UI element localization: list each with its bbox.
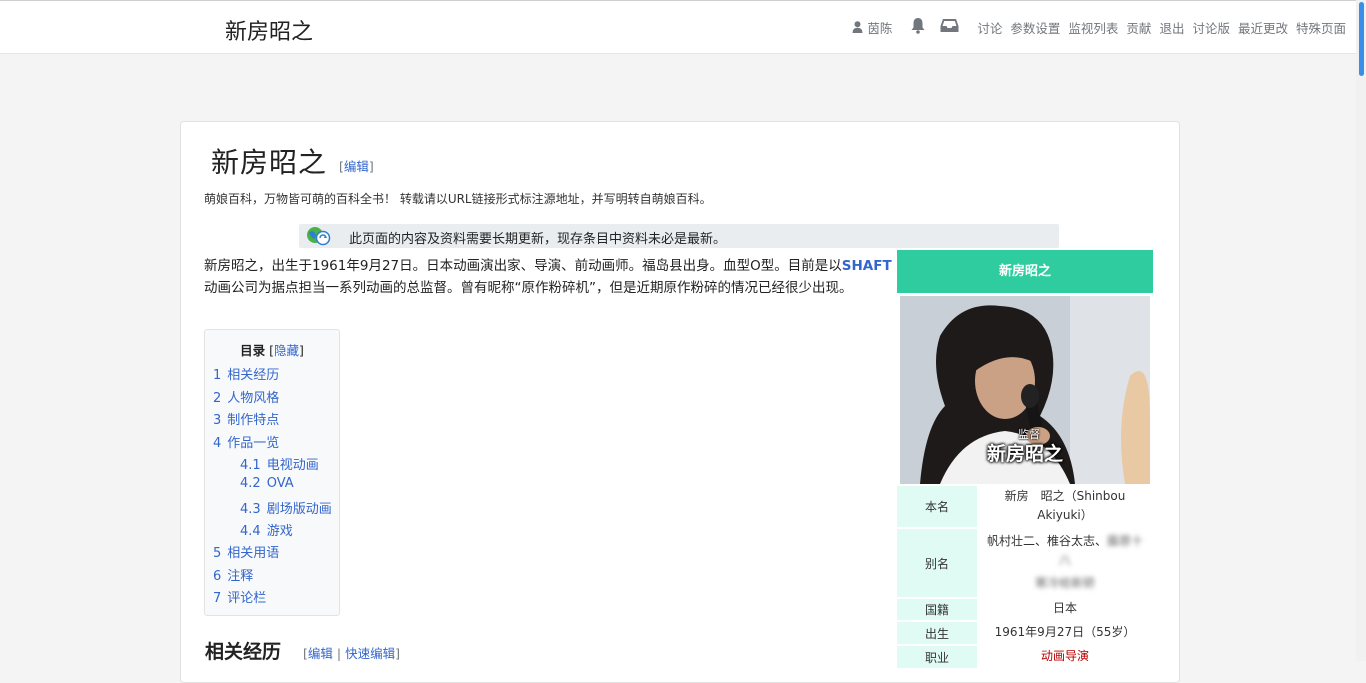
nav-logout[interactable]: 退出 [1159,18,1184,37]
toc-item-6[interactable]: 6 注释 [213,565,332,588]
shaft-link[interactable]: SHAFT [842,258,892,274]
update-notice: 此页面的内容及资料需要长期更新，现存条目中资料未必是最新。 [299,224,1059,248]
infobox-row-nation: 国籍 日本 [897,597,1153,620]
nav-recent-changes[interactable]: 最近更改 [1238,18,1288,37]
username: 茵陈 [867,20,893,36]
notifications-icon[interactable] [910,17,926,37]
toc-item-1[interactable]: 1 相关经历 [213,364,332,387]
site-title[interactable]: 新房昭之 [225,14,313,46]
inbox-icon[interactable] [940,18,959,36]
infobox-row-alias: 别名 帆村壮二、椎谷太志、藤原十八 寒冷给新轿 [897,527,1153,597]
toc-item-4-4[interactable]: 4.4 游戏 [213,520,332,542]
section-heading: 相关经历 [205,641,282,663]
toc-item-4-2[interactable]: 4.2 OVA [213,476,332,498]
image-caption-big: 新房昭之 [987,443,1064,465]
toc-hide-link[interactable]: 隐藏 [274,343,299,358]
nav-talk[interactable]: 讨论 [977,18,1002,37]
table-of-contents: 目录 [隐藏] 1 相关经历 2 人物风格 3 制作特点 4 作品一览 4.1 电视动画 … [204,329,340,616]
birth-label: 出生 [897,620,977,644]
scrollbar-thumb[interactable] [1359,2,1364,76]
name-value: 新房 昭之（Shinbou Akiyuki） [1004,488,1126,522]
job-link[interactable]: 动画导演 [1041,647,1089,666]
toc-item-4-1[interactable]: 4.1 电视动画 [213,454,332,476]
page-title: 新房昭之 [211,146,328,179]
job-label: 职业 [897,644,977,668]
infobox-header: 新房昭之 [897,250,1153,293]
nav-forum[interactable]: 讨论版 [1192,18,1230,37]
toc-item-4[interactable]: 4 作品一览 [213,432,332,455]
section-edit: [编辑 | 快速编辑] [303,646,400,661]
site-tagline: 萌娘百科，万物皆可萌的百科全书！ 转载请以URL链接形式标注源地址，并写明转自萌… [204,192,712,206]
toc-title: 目录 [240,343,266,358]
nav-watchlist[interactable]: 监视列表 [1068,18,1118,37]
toc-item-3[interactable]: 3 制作特点 [213,409,332,432]
intro-text-1: 新房昭之，出生于1961年9月27日。日本动画演出家、导演、前动画师。福岛县出身… [204,258,842,274]
infobox: 新房昭之 监督 新房昭之 本名 新房 昭之（Shinbou Akiyuki） 别 [897,250,1153,668]
title-edit-link[interactable]: 编辑 [344,159,369,174]
top-nav: 茵陈 讨论 参数设置 监视列表 贡献 退出 讨论版 最近更改 特殊页面 [844,17,1346,37]
nation-label: 国籍 [897,597,977,620]
user-icon [852,21,863,33]
nav-preferences[interactable]: 参数设置 [1010,18,1060,37]
infobox-row-name: 本名 新房 昭之（Shinbou Akiyuki） [897,484,1153,527]
toc-item-4-3[interactable]: 4.3 剧场版动画 [213,498,332,520]
section-edit-link[interactable]: 编辑 [308,646,333,661]
infobox-row-birth: 出生 1961年9月27日（55岁） [897,620,1153,644]
title-edit: [编辑] [339,156,374,175]
nav-contributions[interactable]: 贡献 [1126,18,1151,37]
birth-value: 1961年9月27日（55岁） [994,624,1136,639]
job-value: 动画导演 [977,644,1153,668]
toc-item-2[interactable]: 2 人物风格 [213,387,332,410]
section-quick-edit-link[interactable]: 快速编辑 [345,646,395,661]
toc-header: 目录 [隐藏] [205,340,339,359]
toc-item-7[interactable]: 7 评论栏 [213,587,332,610]
toc-list: 1 相关经历 2 人物风格 3 制作特点 4 作品一览 4.1 电视动画 4.2 OVA 4… [213,364,332,610]
alias-blurred-2: 寒冷给新轿 [1034,575,1095,590]
alias-value: 帆村壮二、椎谷太志、藤原十八 寒冷给新轿 [977,527,1153,597]
intro-text-2: 动画公司为据点担当一系列动画的总监督。曾有昵称“原作粉碎机”，但是近期原作粉碎的… [204,280,853,296]
bracket-close: ] [368,159,374,174]
nav-special-pages[interactable]: 特殊页面 [1296,18,1346,37]
refresh-globe-icon [306,226,332,250]
infobox-row-job: 职业 动画导演 [897,644,1153,668]
article-card: 新房昭之 [编辑] 萌娘百科，万物皆可萌的百科全书！ 转载请以URL链接形式标注… [180,121,1180,683]
toc-hide-bracket: [隐藏] [269,343,304,358]
intro-paragraph: 新房昭之，出生于1961年9月27日。日本动画演出家、导演、前动画师。福岛县出身… [204,255,894,299]
user-link[interactable]: 茵陈 [852,18,892,37]
section-edit-sep: | [336,646,342,661]
alias-label: 别名 [897,527,977,597]
alias-text: 帆村壮二、椎谷太志、 [986,533,1107,548]
toc-item-5[interactable]: 5 相关用语 [213,542,332,565]
portrait-image[interactable]: 监督 新房昭之 [900,296,1150,484]
top-bar: 新房昭之 茵陈 讨论 参数设置 监视列表 贡献 退出 讨论版 最近更改 特殊页面 [0,0,1356,54]
notice-text: 此页面的内容及资料需要长期更新，现存条目中资料未必是最新。 [349,232,727,247]
scrollbar[interactable] [1356,0,1366,661]
nation-value: 日本 [1052,601,1077,615]
name-label: 本名 [897,484,977,527]
